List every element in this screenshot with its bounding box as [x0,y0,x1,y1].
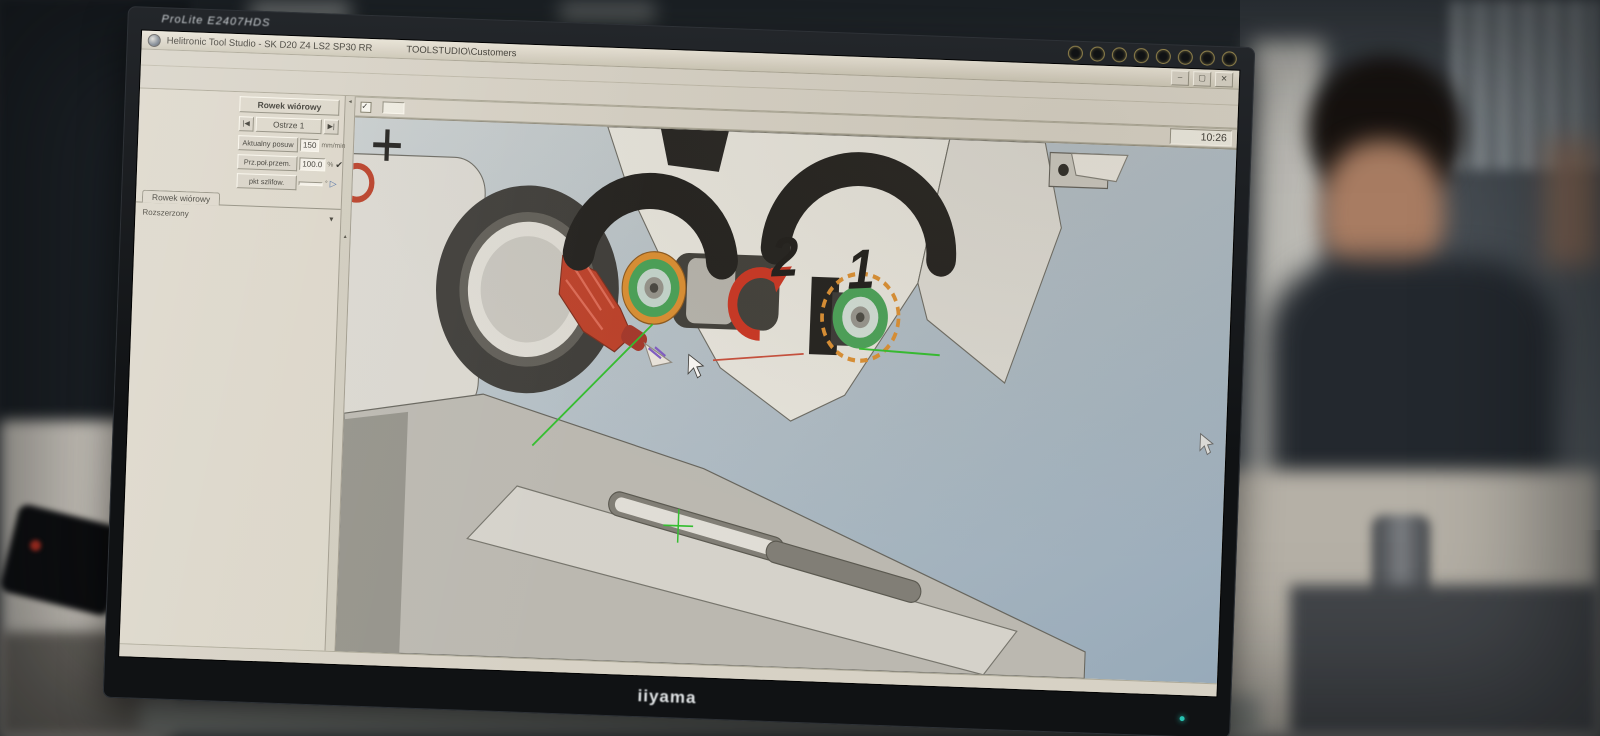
simulation-checkbox[interactable]: ✓ [360,101,371,112]
chevron-down-icon: ▾ [329,215,333,224]
operation-control-box: Rowek wiórowy |◀ Ostrze 1 ▶| Aktualny po… [236,96,339,192]
grind-point-button[interactable]: pkt szlifow. [236,173,297,190]
override-button[interactable]: Prz.poł.przem. [237,154,298,171]
expander-label: Rozszerzony [142,208,189,219]
edge-selector[interactable]: Ostrze 1 [255,117,322,134]
monitor: ProLite E2407HDS Helitronic Tool Studio … [103,6,1256,736]
speed-widget[interactable] [382,101,404,114]
menu-button[interactable] [1068,45,1084,61]
feed-unit: mm/min [321,142,345,150]
splitter-up-icon: ▴ [344,233,347,240]
simulation-clock: 10:26 [1170,128,1233,146]
remote-red-button [30,540,41,551]
person-far-right [1545,140,1600,265]
override-unit: % [327,161,333,168]
window-title-path: TOOLSTUDIO\Customers [406,44,516,59]
override-check-icon: ✔ [335,160,343,171]
prev-edge-button[interactable]: |◀ [238,116,254,132]
cross-mark-v [386,129,387,160]
monitor-osd-buttons [1068,45,1237,66]
contrast-button[interactable] [1112,47,1128,63]
monitor-model-label: ProLite E2407HDS [161,13,270,29]
machine-3d-viewport[interactable]: 2 1 [336,116,1237,683]
left-parameter-panel: Rowek wiórowy |◀ Ostrze 1 ▶| Aktualny po… [120,88,346,650]
grind-point-unit: ° [325,180,328,187]
brightness-button[interactable] [1090,46,1106,62]
feed-button[interactable]: Aktualny posuw [238,135,299,152]
window-blinds-mid [560,0,655,22]
play-button[interactable]: ▷ [329,179,336,190]
down-button[interactable] [1178,49,1194,65]
close-button[interactable]: ✕ [1215,71,1234,87]
feed-value-field[interactable]: 150 [300,138,320,152]
machine-bed-face [336,410,409,654]
metal-tools-tray [1290,585,1600,736]
splitter-left-icon: ◂ [348,98,351,105]
photo-scene: ProLite E2407HDS Helitronic Tool Studio … [0,0,1600,736]
next-edge-button[interactable]: ▶| [323,119,339,135]
power-button[interactable] [1222,51,1238,67]
override-value-field[interactable]: 100.0 [299,157,325,171]
maximize-button[interactable]: ▢ [1193,71,1212,87]
machine-simulation-scene: 2 1 [336,117,1237,683]
wheel-station-1-label: 1 [847,239,876,302]
screen: Helitronic Tool Studio - SK D20 Z4 LS2 S… [119,31,1239,697]
app-logo-icon [148,33,161,46]
up-button[interactable] [1156,48,1172,64]
minimize-button[interactable]: – [1171,70,1190,86]
monitor-brand-logo: iiyama [637,686,697,708]
input-button[interactable] [1134,47,1150,63]
helitronic-tool-studio-window: Helitronic Tool Studio - SK D20 Z4 LS2 S… [119,31,1239,697]
grind-point-field[interactable] [299,181,323,186]
operation-title: Rowek wiórowy [239,96,340,116]
wheel-station-2-label: 2 [770,226,800,289]
auto-button[interactable] [1200,50,1216,66]
